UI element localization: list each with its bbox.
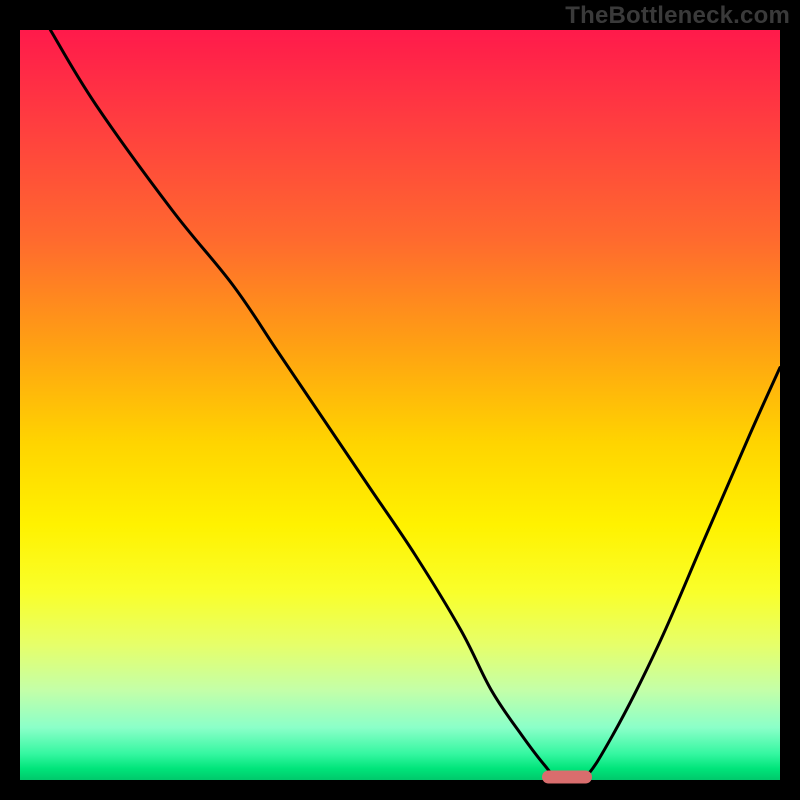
chart-frame: TheBottleneck.com (0, 0, 800, 800)
watermark-text: TheBottleneck.com (565, 2, 790, 30)
plot-area (20, 30, 780, 780)
optimum-marker (542, 771, 592, 784)
bottleneck-curve (20, 30, 780, 780)
